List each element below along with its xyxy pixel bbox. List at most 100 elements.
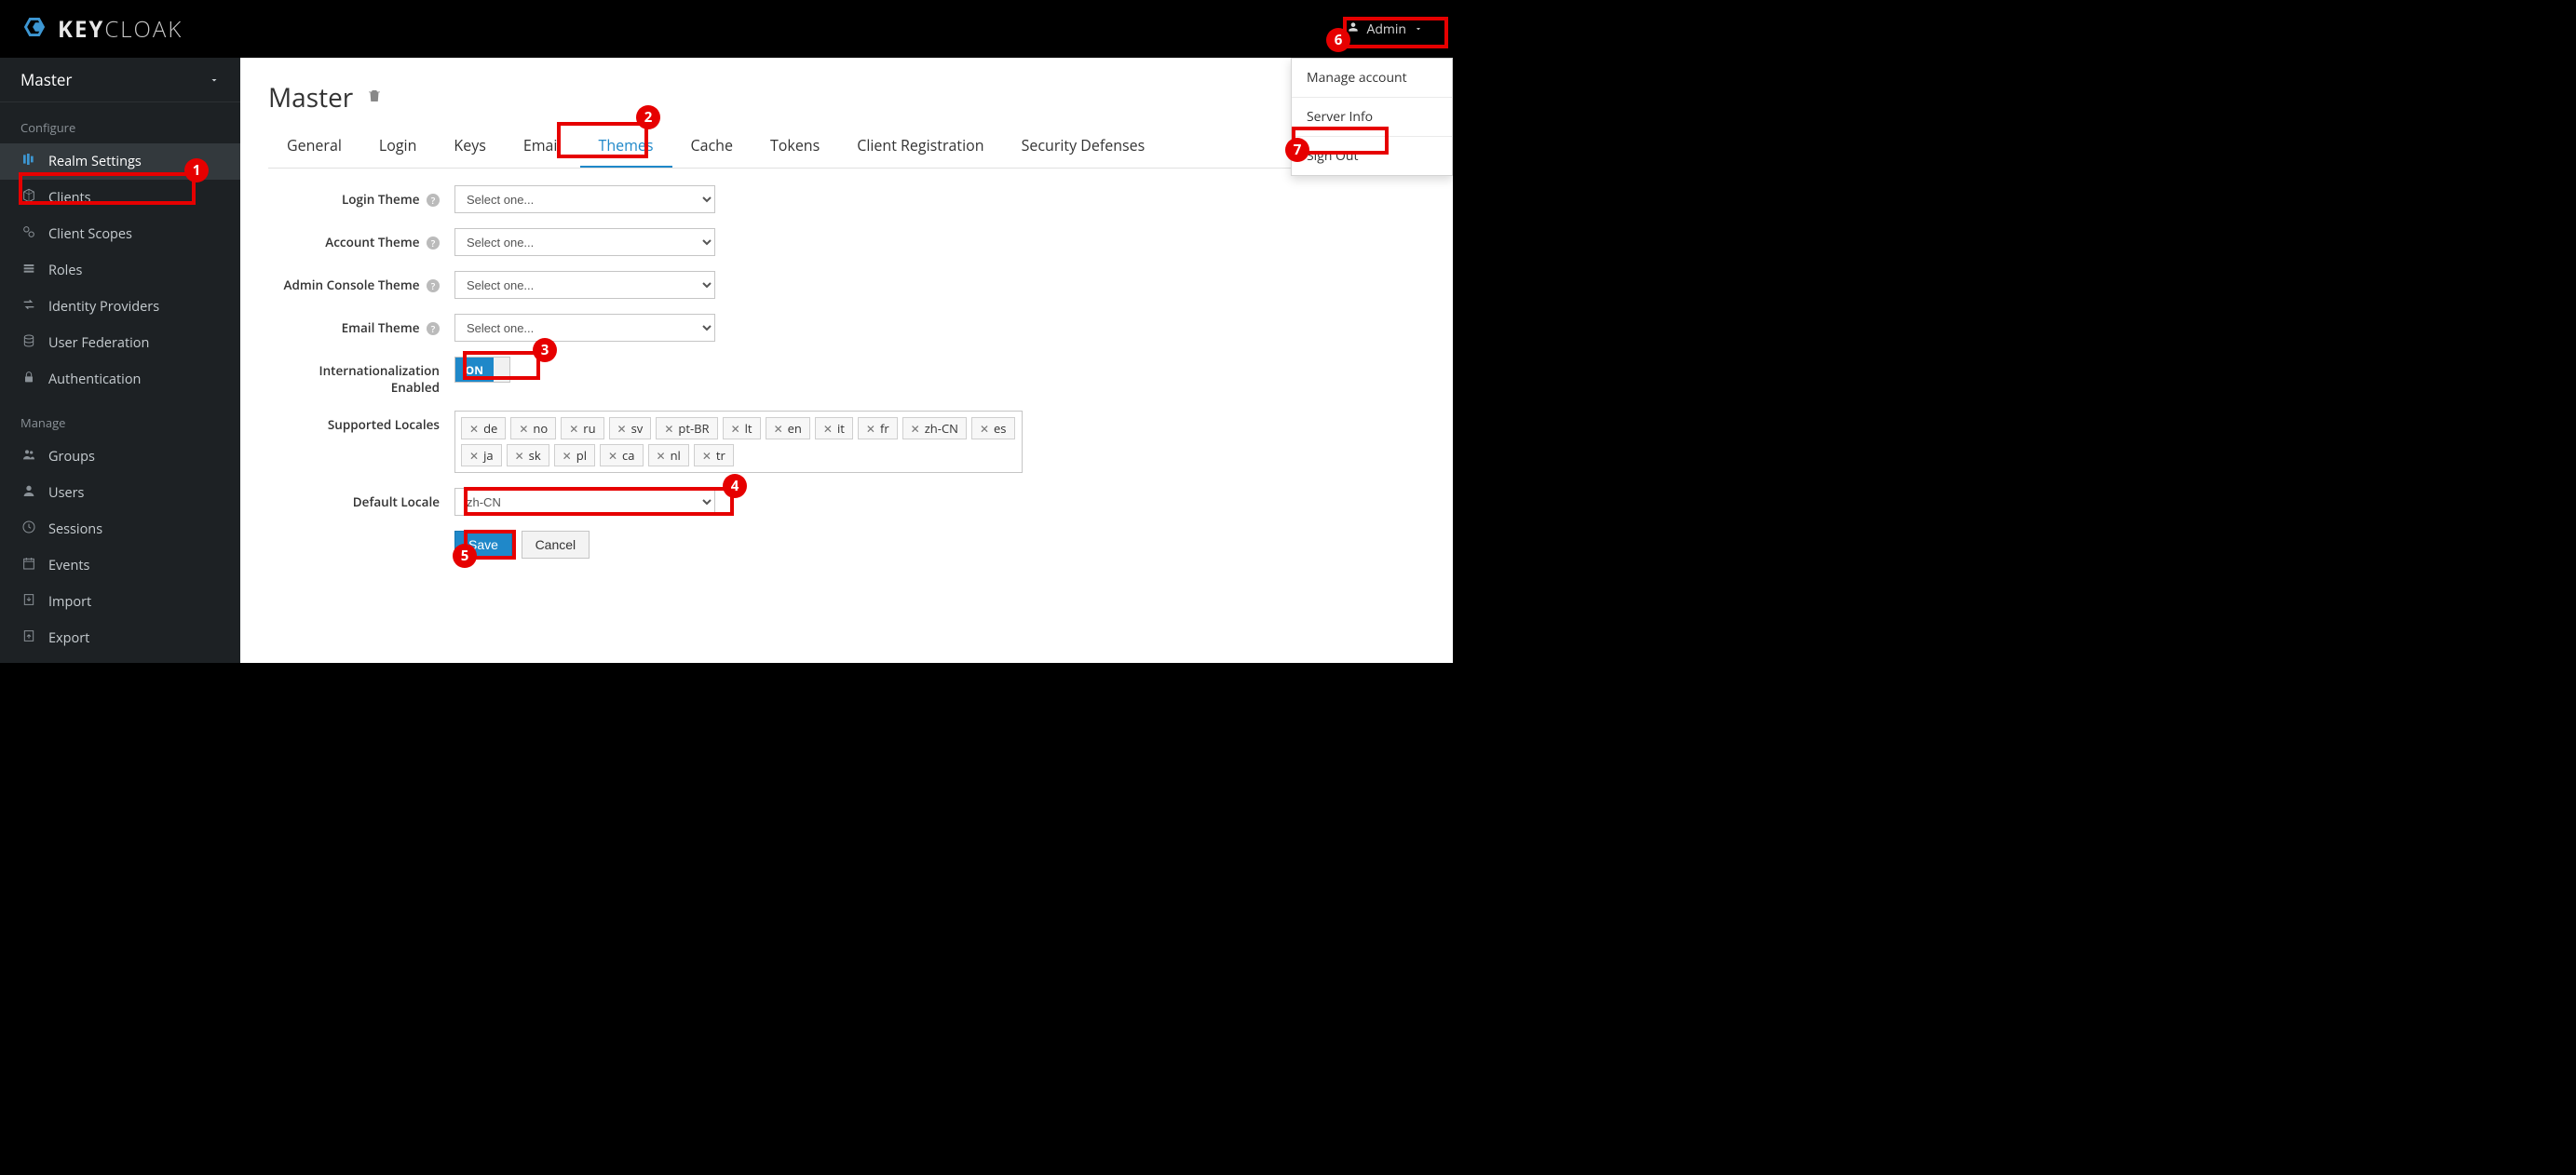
locale-tag[interactable]: ✕ca: [600, 444, 644, 466]
close-icon[interactable]: ✕: [731, 421, 740, 437]
sidebar-item-user-federation[interactable]: User Federation: [0, 325, 240, 361]
tab-general[interactable]: General: [268, 125, 360, 168]
sidebar-item-events[interactable]: Events: [0, 547, 240, 584]
close-icon[interactable]: ✕: [866, 421, 875, 437]
locale-tag[interactable]: ✕fr: [858, 417, 898, 439]
sidebar-item-label: Groups: [48, 448, 95, 466]
tab-security-defenses[interactable]: Security Defenses: [1003, 125, 1164, 168]
close-icon[interactable]: ✕: [823, 421, 833, 437]
tab-themes[interactable]: Themes: [580, 125, 672, 168]
locale-tag[interactable]: ✕ja: [461, 444, 502, 466]
save-button[interactable]: Save: [454, 531, 512, 559]
help-icon[interactable]: ?: [427, 236, 440, 250]
sidebar-item-import[interactable]: Import: [0, 584, 240, 620]
locale-tag[interactable]: ✕tr: [694, 444, 734, 466]
sidebar-item-clients[interactable]: Clients: [0, 180, 240, 216]
admin-console-theme-select[interactable]: Select one...: [454, 271, 715, 299]
default-locale-select[interactable]: zh-CN: [454, 488, 715, 516]
locale-tag[interactable]: ✕pl: [554, 444, 595, 466]
sidebar-item-label: Clients: [48, 189, 91, 207]
sidebar-item-export[interactable]: Export: [0, 620, 240, 656]
close-icon[interactable]: ✕: [519, 421, 528, 437]
header: KEYCLOAK Admin: [0, 0, 1453, 58]
realm-name: Master: [20, 69, 72, 90]
tab-client-registration[interactable]: Client Registration: [838, 125, 1002, 168]
close-icon[interactable]: ✕: [469, 421, 479, 437]
locale-tag[interactable]: ✕lt: [723, 417, 761, 439]
close-icon[interactable]: ✕: [911, 421, 920, 437]
close-icon[interactable]: ✕: [563, 448, 572, 464]
page-title: Master: [268, 80, 353, 115]
sidebar-item-label: Client Scopes: [48, 225, 132, 243]
locale-code: ja: [483, 447, 494, 464]
locale-tag[interactable]: ✕nl: [648, 444, 689, 466]
close-icon[interactable]: ✕: [702, 448, 712, 464]
locale-tag[interactable]: ✕ sk: [507, 444, 549, 466]
close-icon[interactable]: ✕: [608, 448, 617, 464]
chevron-down-icon: [209, 69, 220, 90]
locale-code: sk: [529, 447, 541, 464]
locale-tag[interactable]: ✕zh-CN: [902, 417, 967, 439]
dropdown-item-sign-out[interactable]: Sign Out: [1292, 137, 1452, 175]
account-theme-select[interactable]: Select one...: [454, 228, 715, 256]
trash-icon[interactable]: [366, 88, 383, 109]
login-theme-select[interactable]: Select one...: [454, 185, 715, 213]
email-theme-select[interactable]: Select one...: [454, 314, 715, 342]
sidebar-section-label: Configure: [0, 102, 240, 143]
sidebar-item-client-scopes[interactable]: Client Scopes: [0, 216, 240, 252]
locale-tag[interactable]: ✕ es: [971, 417, 1015, 439]
body: Master ConfigureRealm Settings Clients Cli…: [0, 58, 1453, 663]
chevron-down-icon: [1414, 20, 1423, 38]
locale-code: es: [994, 420, 1007, 437]
sidebar-item-label: User Federation: [48, 334, 149, 352]
locale-code: ru: [583, 420, 595, 437]
close-icon[interactable]: ✕: [664, 421, 673, 437]
close-icon[interactable]: ✕: [569, 421, 578, 437]
dropdown-item-manage-account[interactable]: Manage account: [1292, 59, 1452, 98]
locale-tag[interactable]: ✕no: [510, 417, 556, 439]
sidebar-item-sessions[interactable]: Sessions: [0, 511, 240, 547]
tab-cache[interactable]: Cache: [672, 125, 752, 168]
user-menu[interactable]: Admin: [1334, 15, 1437, 44]
roles-icon: [20, 261, 37, 280]
help-icon[interactable]: ?: [427, 279, 440, 292]
help-icon[interactable]: ?: [427, 322, 440, 335]
sidebar-item-label: Export: [48, 629, 89, 647]
sidebar-item-label: Events: [48, 557, 89, 574]
tab-login[interactable]: Login: [360, 125, 436, 168]
locales-tags[interactable]: ✕de✕no✕ru✕sv✕pt-BR✕lt✕en✕it✕fr✕zh-CN✕es✕…: [454, 411, 1023, 473]
sidebar-item-label: Identity Providers: [48, 298, 159, 316]
close-icon[interactable]: ✕: [980, 421, 989, 437]
brand-logo[interactable]: KEYCLOAK: [17, 9, 183, 49]
user-icon: [20, 483, 37, 503]
cancel-button[interactable]: Cancel: [522, 531, 590, 559]
close-icon[interactable]: ✕: [515, 448, 524, 464]
sidebar-item-label: Roles: [48, 262, 82, 279]
dropdown-item-server-info[interactable]: Server Info: [1292, 98, 1452, 137]
locale-tag[interactable]: ✕it: [815, 417, 853, 439]
help-icon[interactable]: ?: [427, 194, 440, 207]
locale-tag[interactable]: ✕de: [461, 417, 506, 439]
close-icon[interactable]: ✕: [657, 448, 666, 464]
realm-selector[interactable]: Master: [0, 58, 240, 102]
locale-tag[interactable]: ✕pt-BR: [656, 417, 717, 439]
sidebar-item-groups[interactable]: Groups: [0, 439, 240, 475]
tab-keys[interactable]: Keys: [435, 125, 504, 168]
sidebar-item-realm-settings[interactable]: Realm Settings: [0, 143, 240, 180]
sidebar-item-roles[interactable]: Roles: [0, 252, 240, 289]
exchange-icon: [20, 297, 37, 317]
i18n-toggle[interactable]: ON: [454, 357, 510, 383]
locale-tag[interactable]: ✕sv: [609, 417, 652, 439]
sidebar-item-users[interactable]: Users: [0, 475, 240, 511]
tab-tokens[interactable]: Tokens: [752, 125, 838, 168]
user-label: Admin: [1367, 20, 1407, 38]
sidebar-item-authentication[interactable]: Authentication: [0, 361, 240, 398]
close-icon[interactable]: ✕: [774, 421, 783, 437]
import-icon: [20, 592, 37, 612]
locale-tag[interactable]: ✕en: [766, 417, 810, 439]
locale-tag[interactable]: ✕ ru: [561, 417, 603, 439]
close-icon[interactable]: ✕: [617, 421, 627, 437]
tab-email[interactable]: Email: [505, 125, 580, 168]
sidebar-item-identity-providers[interactable]: Identity Providers: [0, 289, 240, 325]
close-icon[interactable]: ✕: [469, 448, 479, 464]
